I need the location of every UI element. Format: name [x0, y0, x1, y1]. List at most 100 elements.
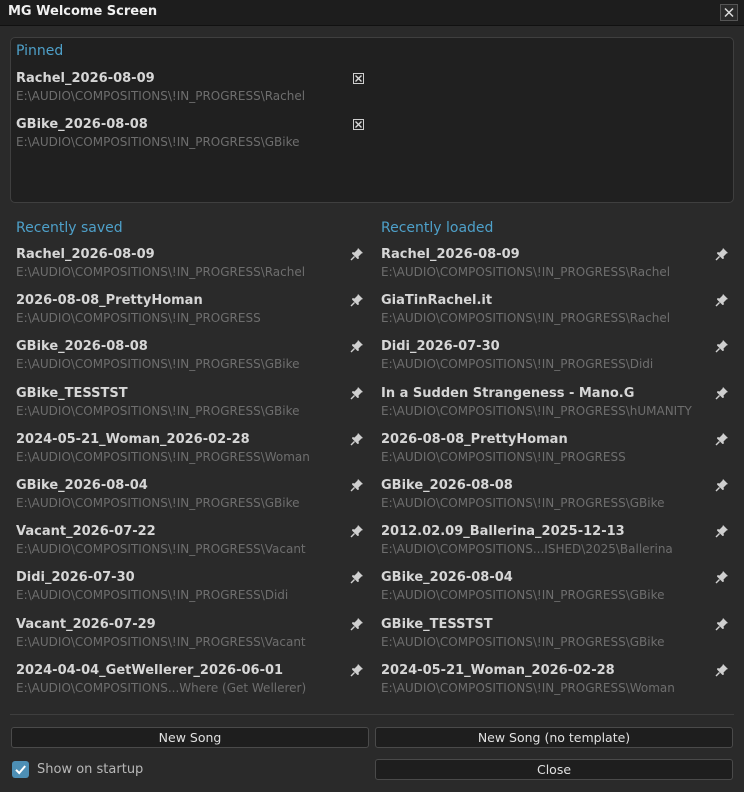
list-item-name: GBike_2026-08-04	[381, 570, 513, 586]
list-item[interactable]: GBike_2026-08-04 E:\AUDIO\COMPOSITIONS\!I…	[16, 478, 364, 518]
footer-divider	[10, 714, 734, 715]
list-item-name: 2026-08-08_PrettyHoman	[381, 431, 568, 447]
list-item[interactable]: Rachel_2026-08-09 E:\AUDIO\COMPOSITIONS\!…	[381, 247, 729, 287]
show-on-startup-checkbox[interactable]	[12, 761, 29, 778]
show-on-startup-label: Show on startup	[37, 762, 144, 777]
list-item-name: Rachel_2026-08-09	[16, 247, 155, 262]
pin-icon[interactable]	[350, 247, 364, 261]
list-item-path: E:\AUDIO\COMPOSITIONS\!IN_PROGRESS\GBike	[381, 588, 665, 603]
list-item[interactable]: Rachel_2026-08-09 E:\AUDIO\COMPOSITIONS\!…	[16, 247, 364, 287]
list-item-path: E:\AUDIO\COMPOSITIONS\!IN_PROGRESS\Woman	[381, 680, 675, 695]
window-close-button[interactable]	[720, 4, 738, 21]
list-item-name: Vacant_2026-07-22	[16, 524, 156, 540]
list-item[interactable]: GBike_TESSTST E:\AUDIO\COMPOSITIONS\!IN_P…	[381, 617, 729, 657]
list-item-name: 2024-04-04_GetWellerer_2026-06-01	[16, 662, 284, 678]
list-item[interactable]: 2024-05-21_Woman_2026-02-28 E:\AUDIO\COMP…	[16, 432, 364, 472]
pinned-title: Pinned	[16, 43, 64, 59]
title-bar: MG Welcome Screen	[0, 0, 744, 26]
list-item-path: E:\AUDIO\COMPOSITIONS\!IN_PROGRESS\Rache…	[381, 265, 671, 279]
list-item-path: E:\AUDIO\COMPOSITIONS\!IN_PROGRESS\GBike	[381, 496, 665, 510]
pin-icon[interactable]	[715, 570, 729, 584]
pin-icon[interactable]	[715, 293, 729, 307]
list-item-name: 2024-05-21_Woman_2026-02-28	[16, 431, 250, 447]
unpin-icon[interactable]	[353, 73, 364, 84]
pin-icon[interactable]	[715, 663, 729, 677]
new-song-button[interactable]: New Song	[11, 727, 369, 748]
list-item-name: GiaTinRachel.it	[381, 293, 493, 309]
list-item[interactable]: 2012.02.09_Ballerina_2025-12-13 E:\AUDIO\…	[381, 524, 729, 564]
list-item-name: Vacant_2026-07-29	[16, 616, 156, 632]
pin-icon[interactable]	[350, 386, 364, 400]
list-item[interactable]: GBike_2026-08-08 E:\AUDIO\COMPOSITIONS\!I…	[16, 339, 364, 379]
pin-icon[interactable]	[350, 339, 364, 353]
list-item-path: E:\AUDIO\COMPOSITIONS...Where (Get Welle…	[16, 680, 307, 695]
list-item-path: E:\AUDIO\COMPOSITIONS\!IN_PROGRESS\Vacan…	[16, 542, 306, 557]
list-item-path: E:\AUDIO\COMPOSITIONS\!IN_PROGRESS\Rache…	[381, 311, 671, 326]
pinned-item[interactable]: Rachel_2026-08-09 E:\AUDIO\COMPOSITIONS\…	[16, 71, 364, 111]
list-item-path: E:\AUDIO\COMPOSITIONS\!IN_PROGRESS\GBike	[16, 403, 300, 418]
list-item[interactable]: 2024-04-04_GetWellerer_2026-06-01 E:\AUDI…	[16, 663, 364, 703]
list-item[interactable]: Didi_2026-07-30 E:\AUDIO\COMPOSITIONS\!IN…	[381, 339, 729, 379]
list-item-path: E:\AUDIO\COMPOSITIONS\!IN_PROGRESS	[16, 311, 261, 326]
pin-icon[interactable]	[715, 386, 729, 400]
list-item[interactable]: GBike_2026-08-04 E:\AUDIO\COMPOSITIONS\!I…	[381, 570, 729, 610]
list-item-path: E:\AUDIO\COMPOSITIONS\!IN_PROGRESS\Didi	[16, 588, 289, 603]
list-item-name: GBike_TESSTST	[381, 616, 493, 632]
recently-saved-title: Recently saved	[16, 220, 123, 236]
pin-icon[interactable]	[715, 478, 729, 492]
list-item[interactable]: GBike_TESSTST E:\AUDIO\COMPOSITIONS\!IN_P…	[16, 386, 364, 426]
list-item-name: Rachel_2026-08-09	[381, 247, 520, 262]
pin-icon[interactable]	[350, 478, 364, 492]
checkmark-icon	[15, 765, 26, 775]
list-item[interactable]: Didi_2026-07-30 E:\AUDIO\COMPOSITIONS\!IN…	[16, 570, 364, 610]
pin-icon[interactable]	[715, 247, 729, 261]
list-item-name: GBike_2026-08-04	[16, 478, 148, 493]
list-item-name: 2024-05-21_Woman_2026-02-28	[381, 662, 615, 678]
list-item-path: E:\AUDIO\COMPOSITIONS\!IN_PROGRESS\Didi	[381, 357, 654, 372]
list-item-path: E:\AUDIO\COMPOSITIONS\!IN_PROGRESS\Vacan…	[16, 634, 306, 649]
pin-icon[interactable]	[350, 617, 364, 631]
list-item-path: E:\AUDIO\COMPOSITIONS\!IN_PROGRESS\Rache…	[16, 265, 306, 279]
pin-icon[interactable]	[350, 432, 364, 446]
list-item-name: 2012.02.09_Ballerina_2025-12-13	[381, 524, 625, 540]
list-item-path: E:\AUDIO\COMPOSITIONS\!IN_PROGRESS	[381, 449, 626, 464]
pin-icon[interactable]	[350, 293, 364, 307]
pin-icon[interactable]	[350, 524, 364, 538]
close-button[interactable]: Close	[375, 759, 733, 780]
list-item-path: E:\AUDIO\COMPOSITIONS\!IN_PROGRESS\Woman	[16, 449, 310, 464]
list-item-path: E:\AUDIO\COMPOSITIONS...ISHED\2025\Balle…	[381, 542, 673, 557]
list-item-path: E:\AUDIO\COMPOSITIONS\!IN_PROGRESS\GBike	[16, 496, 300, 510]
list-item-name: GBike_2026-08-08	[381, 478, 513, 493]
pin-icon[interactable]	[350, 570, 364, 584]
list-item[interactable]: 2024-05-21_Woman_2026-02-28 E:\AUDIO\COMP…	[381, 663, 729, 703]
pinned-item-name: GBike_2026-08-08	[16, 117, 148, 132]
recently-loaded-title: Recently loaded	[381, 220, 494, 236]
pinned-item-name: Rachel_2026-08-09	[16, 71, 155, 86]
list-item[interactable]: GiaTinRachel.it E:\AUDIO\COMPOSITIONS\!IN…	[381, 293, 729, 333]
pinned-item-path: E:\AUDIO\COMPOSITIONS\!IN_PROGRESS\GBike	[16, 135, 300, 149]
list-item-name: In a Sudden Strangeness - Mano.G	[381, 385, 635, 401]
unpin-icon[interactable]	[353, 119, 364, 130]
pinned-item-path: E:\AUDIO\COMPOSITIONS\!IN_PROGRESS\Rache…	[16, 89, 306, 103]
list-item-path: E:\AUDIO\COMPOSITIONS\!IN_PROGRESS\GBike	[16, 357, 300, 372]
list-item[interactable]: GBike_2026-08-08 E:\AUDIO\COMPOSITIONS\!I…	[381, 478, 729, 518]
pin-icon[interactable]	[715, 617, 729, 631]
list-item[interactable]: 2026-08-08_PrettyHoman E:\AUDIO\COMPOSITI…	[381, 432, 729, 472]
close-icon	[724, 7, 734, 18]
list-item-name: Didi_2026-07-30	[16, 570, 135, 586]
list-item-path: E:\AUDIO\COMPOSITIONS\!IN_PROGRESS\GBike	[381, 634, 665, 649]
pin-icon[interactable]	[350, 663, 364, 677]
pin-icon[interactable]	[715, 524, 729, 538]
list-item-path: E:\AUDIO\COMPOSITIONS\!IN_PROGRESS\hUMAN…	[381, 403, 692, 418]
list-item[interactable]: Vacant_2026-07-29 E:\AUDIO\COMPOSITIONS\!…	[16, 617, 364, 657]
list-item-name: GBike_2026-08-08	[16, 339, 148, 355]
list-item[interactable]: Vacant_2026-07-22 E:\AUDIO\COMPOSITIONS\!…	[16, 524, 364, 564]
window-title: MG Welcome Screen	[8, 4, 158, 19]
list-item[interactable]: In a Sudden Strangeness - Mano.G E:\AUDIO…	[381, 386, 729, 426]
pinned-item[interactable]: GBike_2026-08-08 E:\AUDIO\COMPOSITIONS\!…	[16, 117, 364, 157]
new-song-no-template-button[interactable]: New Song (no template)	[375, 727, 733, 748]
list-item-name: 2026-08-08_PrettyHoman	[16, 293, 203, 309]
pin-icon[interactable]	[715, 339, 729, 353]
pin-icon[interactable]	[715, 432, 729, 446]
list-item[interactable]: 2026-08-08_PrettyHoman E:\AUDIO\COMPOSITI…	[16, 293, 364, 333]
